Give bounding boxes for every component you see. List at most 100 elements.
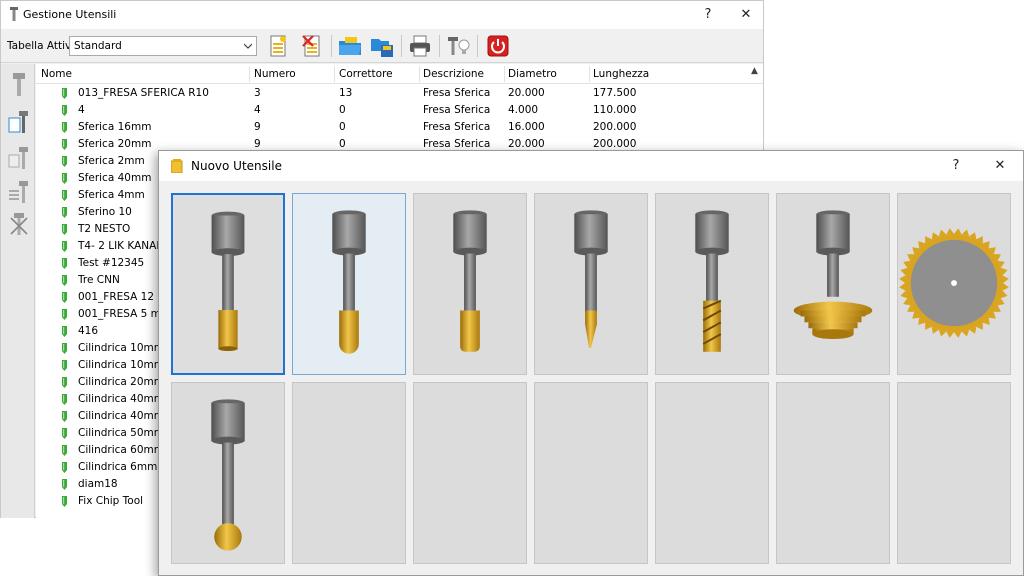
cell-nome: Sferica 16mm <box>78 121 152 133</box>
tool-type-tile[interactable] <box>413 193 527 375</box>
table-row[interactable]: 4 4 0 Fresa Sferica 4.000 110.000 <box>36 102 751 119</box>
cell-correttore: 0 <box>339 104 346 116</box>
tool-leaf-icon <box>62 88 67 99</box>
tool-leaf-icon <box>62 411 67 422</box>
cell-correttore: 0 <box>339 138 346 150</box>
tool-type-tile[interactable] <box>534 193 648 375</box>
column-header-diametro[interactable]: Diametro <box>508 68 557 80</box>
tool-leaf-icon <box>62 462 67 473</box>
column-divider <box>419 66 420 82</box>
power-icon <box>487 35 509 57</box>
tool-icon <box>13 73 25 96</box>
tool-leaf-icon <box>62 479 67 490</box>
folder-icon <box>171 159 183 173</box>
tool-type-tile[interactable] <box>292 193 406 375</box>
cell-nome: diam18 <box>78 478 118 490</box>
tool-hint-icon <box>448 37 470 55</box>
tool-copy-icon <box>8 147 28 169</box>
empty-tool-slot <box>776 382 890 564</box>
ball-nose-mill-icon <box>332 210 366 354</box>
column-divider <box>504 66 505 82</box>
column-header-correttore[interactable]: Correttore <box>339 68 393 80</box>
tool-leaf-icon <box>62 343 67 354</box>
table-row[interactable]: Sferica 16mm 9 0 Fresa Sferica 16.000 200.000 <box>36 119 751 136</box>
column-divider <box>249 66 250 82</box>
delete-document-icon <box>302 35 320 57</box>
tool-leaf-icon <box>62 105 67 116</box>
tool-leaf-icon <box>62 156 67 167</box>
toolbar: Tabella Attiva Standard <box>1 29 763 63</box>
tool-type-tile[interactable] <box>776 193 890 375</box>
cell-nome: T2 NESTO <box>78 223 131 235</box>
cell-lunghezza: 200.000 <box>593 138 637 150</box>
tool-delete-button[interactable] <box>8 212 30 238</box>
exit-button[interactable] <box>485 33 511 59</box>
cell-nome: Cilindrica 10mm <box>78 359 164 371</box>
dialog-close-button[interactable]: ✕ <box>989 156 1011 176</box>
cell-nome: Cilindrica 60mm <box>78 444 164 456</box>
table-row[interactable]: 013_FRESA SFERICA R10 3 13 Fresa Sferica 20.… <box>36 85 751 102</box>
tool-list-button[interactable] <box>8 180 30 206</box>
tool-type-tile[interactable] <box>171 193 285 375</box>
tool-view-button[interactable] <box>8 72 30 98</box>
chevron-down-icon <box>244 43 252 49</box>
cell-nome: 013_FRESA SFERICA R10 <box>78 87 209 99</box>
toolbar-separator <box>401 35 402 57</box>
empty-tool-slot <box>413 382 527 564</box>
cell-descrizione: Fresa Sferica <box>423 104 491 116</box>
cell-lunghezza: 177.500 <box>593 87 637 99</box>
tool-list-header: Nome Numero Correttore Descrizione Diame… <box>36 64 763 84</box>
printer-icon <box>410 35 430 57</box>
tool-type-tile[interactable] <box>897 193 1011 375</box>
cell-nome: Cilindrica 40mm <box>78 410 164 422</box>
main-close-button[interactable]: ✕ <box>735 5 757 25</box>
tool-type-tile[interactable] <box>171 382 285 564</box>
tool-leaf-icon <box>62 139 67 150</box>
main-window-title: Gestione Utensili <box>23 8 117 21</box>
cell-correttore: 0 <box>339 121 346 133</box>
empty-tool-slot <box>534 382 648 564</box>
column-header-numero[interactable]: Numero <box>254 68 296 80</box>
tool-leaf-icon <box>62 377 67 388</box>
tool-type-tile[interactable] <box>655 193 769 375</box>
tabella-attiva-value: Standard <box>74 40 122 52</box>
cell-nome: 4 <box>78 104 85 116</box>
scroll-up-icon[interactable]: ▲ <box>751 66 761 76</box>
saw-blade-icon <box>899 228 1009 338</box>
new-tool-button[interactable] <box>265 33 291 59</box>
save-folder-icon <box>371 39 393 57</box>
column-header-descrizione[interactable]: Descrizione <box>423 68 484 80</box>
open-folder-icon <box>339 37 361 55</box>
main-help-button[interactable]: ? <box>697 5 719 25</box>
tool-edit-button[interactable] <box>8 110 30 136</box>
save-button[interactable] <box>369 33 395 59</box>
cell-nome: Sferica 4mm <box>78 189 145 201</box>
cell-numero: 9 <box>254 121 261 133</box>
cell-descrizione: Fresa Sferica <box>423 138 491 150</box>
tool-copy-button[interactable] <box>8 146 30 172</box>
column-header-lunghezza[interactable]: Lunghezza <box>593 68 649 80</box>
tabella-attiva-select[interactable]: Standard <box>69 36 257 56</box>
tool-info-button[interactable] <box>445 33 471 59</box>
new-document-icon <box>270 35 286 57</box>
tool-remove-icon <box>10 213 28 235</box>
toolbar-separator <box>439 35 440 57</box>
cell-descrizione: Fresa Sferica <box>423 87 491 99</box>
cell-nome: Sferica 40mm <box>78 172 152 184</box>
dialog-help-button[interactable]: ? <box>945 156 967 176</box>
dialog-title: Nuovo Utensile <box>191 159 282 173</box>
cell-nome: Cilindrica 6mm <box>78 461 158 473</box>
column-header-nome[interactable]: Nome <box>41 68 72 80</box>
delete-tool-button[interactable] <box>299 33 325 59</box>
tool-leaf-icon <box>62 326 67 337</box>
print-button[interactable] <box>407 33 433 59</box>
tool-leaf-icon <box>62 496 67 507</box>
tool-leaf-icon <box>62 394 67 405</box>
open-button[interactable] <box>337 33 363 59</box>
cell-descrizione: Fresa Sferica <box>423 121 491 133</box>
cell-lunghezza: 200.000 <box>593 121 637 133</box>
cell-nome: Test #12345 <box>78 257 145 269</box>
tool-leaf-icon <box>62 207 67 218</box>
column-divider <box>589 66 590 82</box>
tool-leaf-icon <box>62 360 67 371</box>
